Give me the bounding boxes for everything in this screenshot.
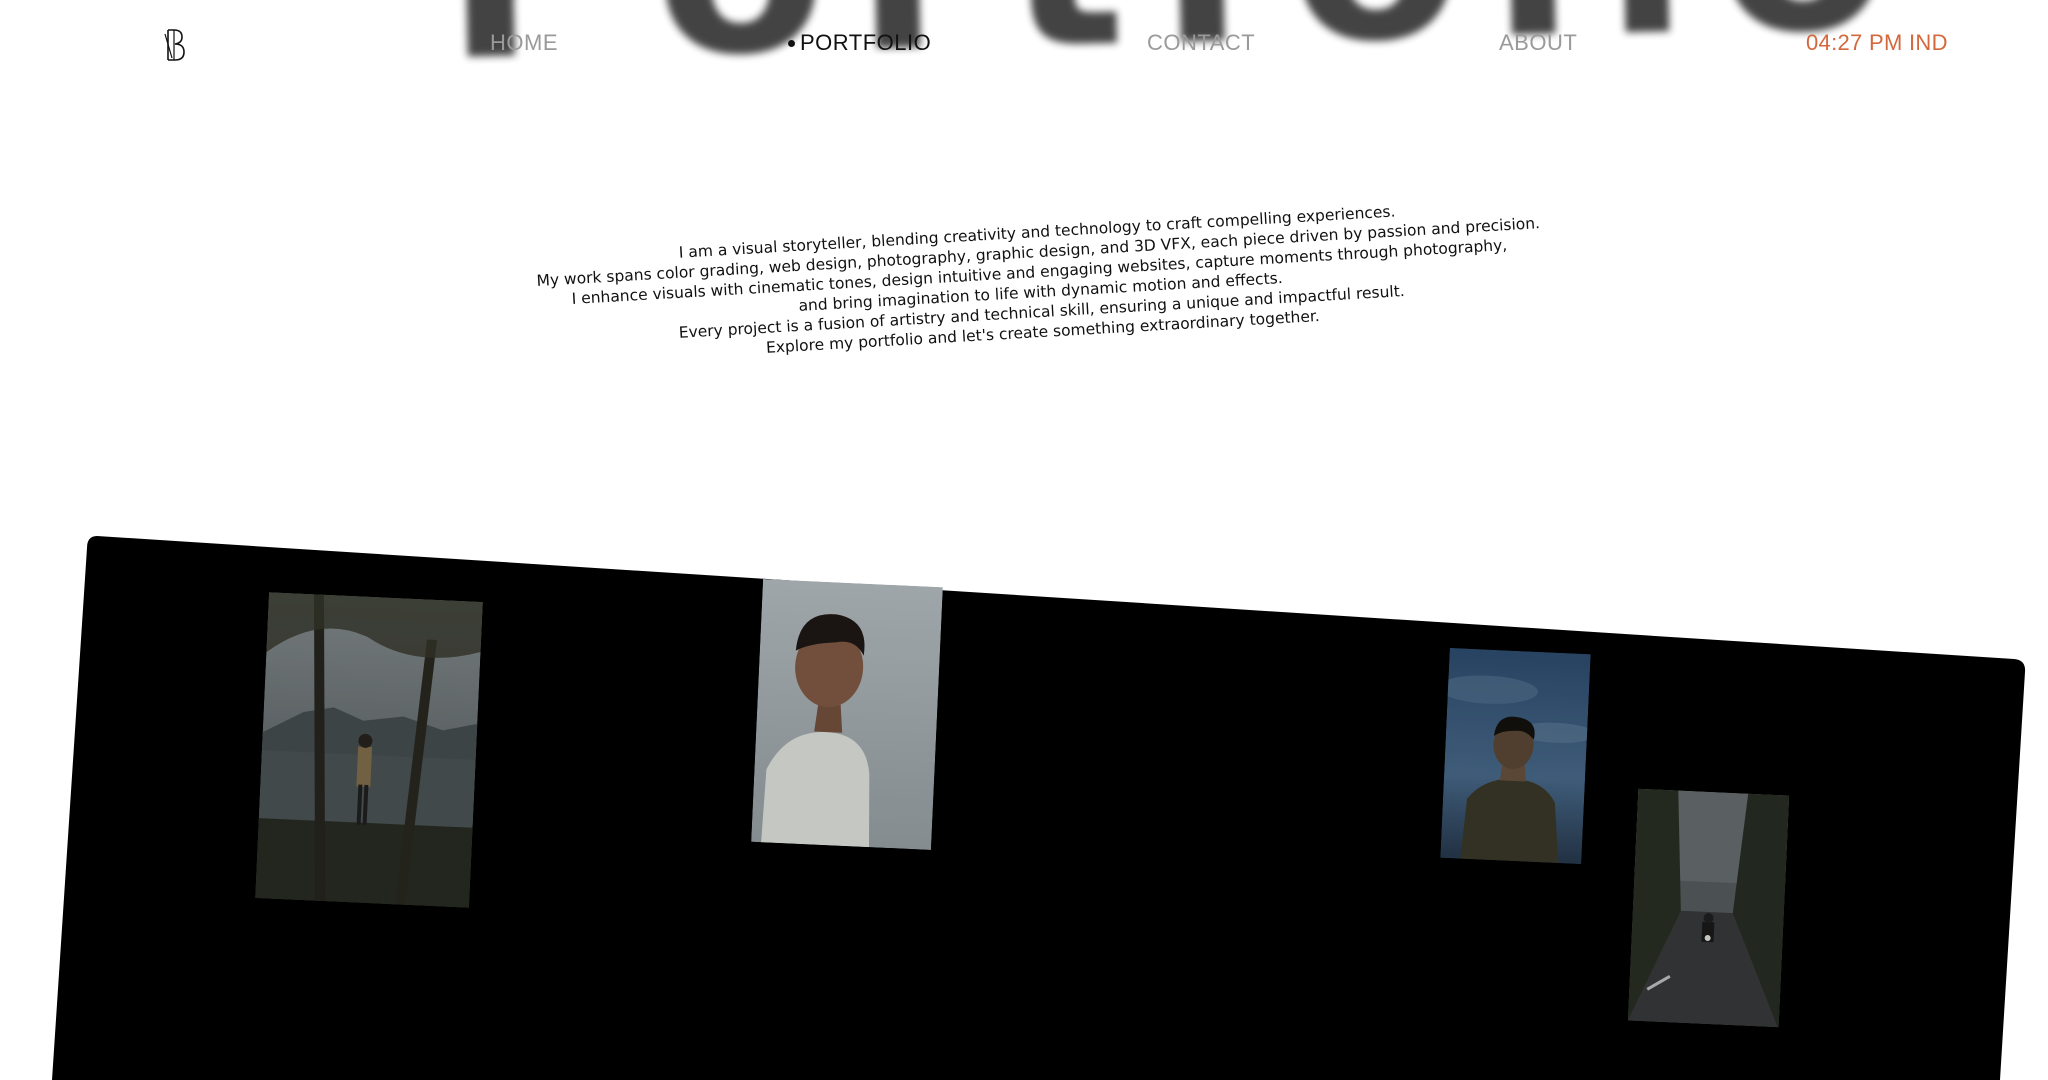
monogram-logo-icon[interactable] bbox=[164, 28, 190, 62]
gallery-panel bbox=[0, 0, 2048, 1080]
active-indicator-dot bbox=[788, 40, 795, 47]
nav-link-portfolio[interactable]: PORTFOLIO bbox=[800, 30, 931, 56]
nav-link-home[interactable]: HOME bbox=[490, 30, 558, 56]
gallery-photo-lake[interactable] bbox=[255, 592, 483, 908]
gallery-photo-profile[interactable] bbox=[751, 579, 943, 850]
local-time-clock: 04:27 PM IND bbox=[1806, 30, 1948, 55]
intro-paragraph: I am a visual storyteller, blending crea… bbox=[517, 192, 1562, 372]
nav-link-about[interactable]: ABOUT bbox=[1499, 30, 1577, 56]
nav-link-contact[interactable]: CONTACT bbox=[1147, 30, 1255, 56]
gallery-photo-road[interactable] bbox=[1627, 788, 1790, 1028]
gallery-photo-dusk[interactable] bbox=[1440, 647, 1591, 865]
portfolio-page: Portfolio HOME PORTFOLIO CONTACT ABOUT 0… bbox=[0, 0, 2048, 1080]
top-navigation: HOME PORTFOLIO CONTACT ABOUT 04:27 PM IN… bbox=[0, 0, 2048, 90]
